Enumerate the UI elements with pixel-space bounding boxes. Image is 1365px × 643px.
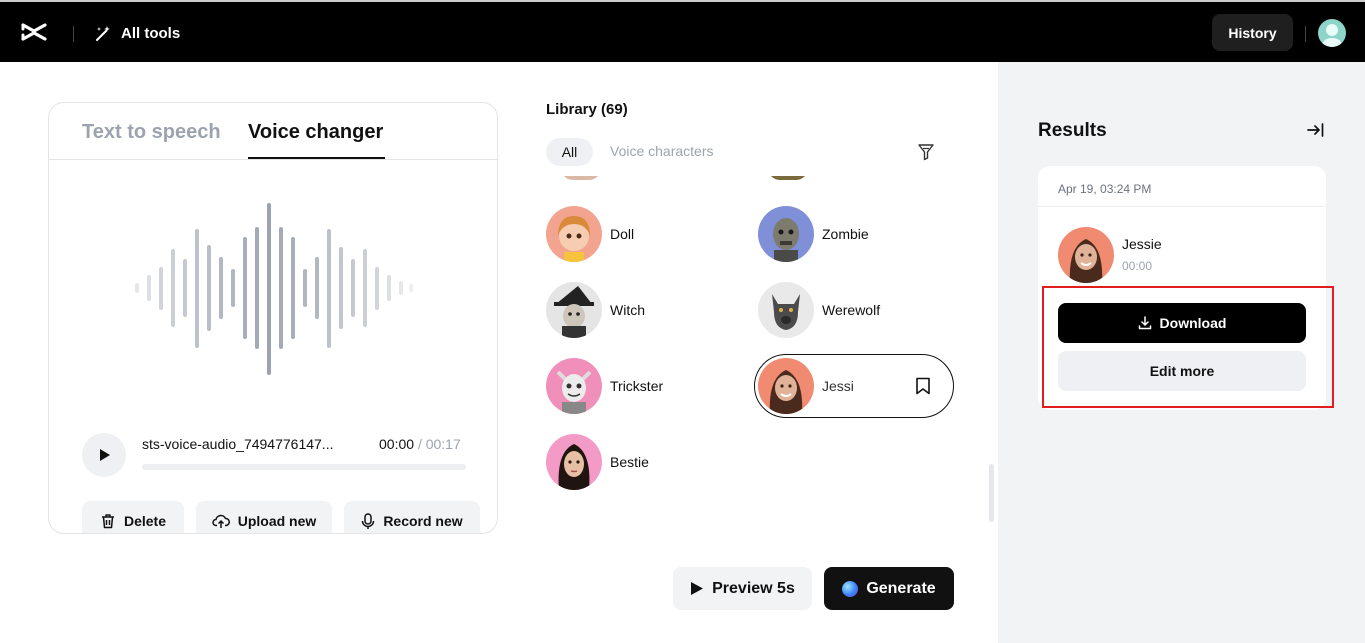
voice-avatar-partial	[768, 176, 808, 180]
record-new-button[interactable]: Record new	[344, 501, 480, 533]
library-scrollbar[interactable]	[989, 464, 994, 522]
voice-item-bestie[interactable]: Bestie	[546, 432, 649, 492]
audio-progress-bar[interactable]	[142, 464, 466, 470]
preview-button[interactable]: Preview 5s	[673, 567, 812, 610]
active-tab-indicator	[248, 157, 385, 159]
library-title: Library (69)	[546, 101, 628, 118]
play-button[interactable]	[82, 433, 126, 477]
voice-name: Doll	[610, 226, 635, 242]
filter-voice-characters-chip[interactable]: Voice characters	[610, 143, 714, 159]
magic-wand-icon	[96, 26, 110, 41]
filter-all-chip[interactable]: All	[546, 138, 593, 166]
voice-avatar	[546, 358, 602, 414]
voice-avatar	[546, 282, 602, 338]
voice-avatar	[758, 282, 814, 338]
voice-item-werewolf[interactable]: Werewolf	[758, 280, 880, 340]
delete-button[interactable]: Delete	[82, 501, 184, 533]
user-avatar-icon	[1322, 24, 1342, 47]
audio-filename: sts-voice-audio_7494776147...	[142, 436, 334, 452]
current-time: 00:00	[379, 436, 415, 452]
filter-icon[interactable]	[917, 143, 935, 161]
tab-voice-changer[interactable]: Voice changer	[248, 121, 383, 144]
upload-new-label: Upload new	[237, 513, 317, 529]
voice-avatar	[758, 358, 814, 414]
audio-waveform	[135, 203, 413, 375]
time-separator: /	[417, 436, 422, 452]
divider	[1305, 26, 1306, 42]
user-avatar[interactable]	[1318, 19, 1346, 47]
voice-item-doll[interactable]: Doll	[546, 204, 634, 264]
voice-name: Bestie	[610, 454, 649, 470]
voice-name: Zombie	[822, 226, 869, 242]
delete-label: Delete	[123, 513, 167, 529]
voice-name: Werewolf	[822, 302, 881, 318]
upload-new-button[interactable]: Upload new	[196, 501, 332, 533]
divider	[1038, 206, 1326, 207]
audio-time: 00:00 / 00:17	[379, 436, 461, 452]
collapse-panel-icon[interactable]	[1306, 122, 1324, 138]
generate-orb-icon	[842, 580, 859, 597]
editor-tabs: Text to speech Voice changer	[49, 103, 497, 160]
play-icon	[100, 449, 110, 461]
voice-name: Jessi	[822, 378, 854, 394]
bookmark-icon[interactable]	[915, 377, 931, 395]
audio-duration: 00:17	[425, 436, 461, 452]
microphone-icon	[362, 512, 375, 529]
capcut-logo-icon[interactable]	[20, 18, 48, 46]
voice-avatar	[546, 206, 602, 262]
all-tools-button[interactable]: All tools	[95, 22, 180, 44]
preview-label: Preview 5s	[712, 579, 795, 597]
generate-button[interactable]: Generate	[824, 567, 954, 610]
play-icon	[691, 582, 704, 595]
voice-library-list: Doll Zombie Witch Werewolf Trickster Jes…	[540, 176, 980, 506]
result-date: Apr 19, 03:24 PM	[1058, 182, 1152, 196]
voice-editor-card: Text to speech Voice changer sts-voice-a…	[48, 102, 498, 534]
voice-name: Witch	[610, 302, 645, 318]
divider	[73, 26, 74, 42]
generate-label: Generate	[866, 579, 936, 597]
top-bar: All tools History	[0, 0, 1365, 62]
voice-avatar	[546, 434, 602, 490]
voice-item-jessie-selected[interactable]: Jessi	[754, 354, 954, 418]
record-new-label: Record new	[383, 513, 463, 529]
trash-icon	[101, 514, 114, 529]
results-title: Results	[1038, 120, 1107, 141]
voice-name: Trickster	[610, 378, 664, 394]
history-button[interactable]: History	[1212, 14, 1293, 51]
tab-text-to-speech[interactable]: Text to speech	[82, 121, 221, 144]
voice-item-trickster[interactable]: Trickster	[546, 356, 663, 416]
all-tools-label: All tools	[121, 24, 181, 42]
highlight-box	[1042, 286, 1334, 408]
voice-avatar-partial	[561, 176, 601, 180]
cloud-upload-icon	[212, 514, 230, 528]
result-time: 00:00	[1122, 259, 1153, 273]
voice-avatar	[758, 206, 814, 262]
result-voice-name: Jessie	[1122, 236, 1162, 252]
result-voice-avatar	[1058, 227, 1114, 283]
voice-item-witch[interactable]: Witch	[546, 280, 645, 340]
voice-item-zombie[interactable]: Zombie	[758, 204, 869, 264]
